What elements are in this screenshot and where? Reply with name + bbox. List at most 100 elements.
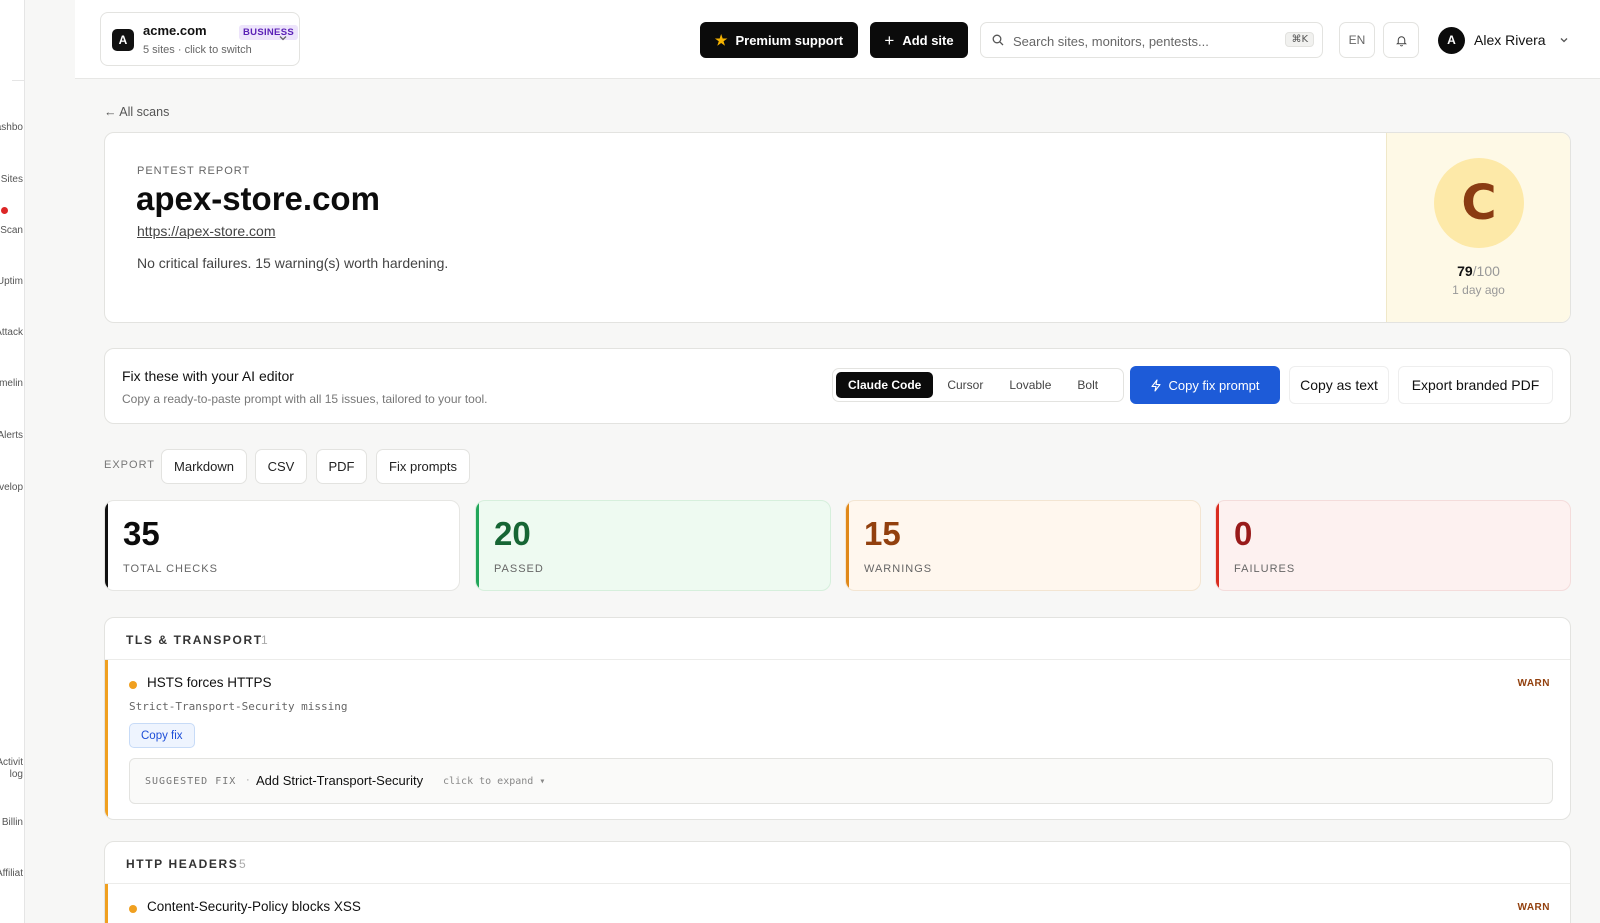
- issue-row: HSTS forces HTTPS WARN Strict-Transport-…: [105, 660, 1570, 819]
- copy-fix-button[interactable]: Copy fix: [129, 723, 195, 748]
- section-count: 5: [239, 857, 246, 871]
- tab-bolt[interactable]: Bolt: [1065, 372, 1110, 398]
- copy-fix-prompt-label: Copy fix prompt: [1168, 377, 1260, 393]
- suggested-fix-toggle[interactable]: SUGGESTED FIX · Add Strict-Transport-Sec…: [129, 758, 1553, 804]
- topbar: A acme.com BUSINESS 5 sites · click to s…: [75, 0, 1600, 79]
- sidebar-item-sites[interactable]: Sites: [1, 174, 23, 185]
- stat-label: FAILURES: [1234, 563, 1296, 575]
- ai-fix-card: Fix these with your AI editor Copy a rea…: [104, 348, 1571, 424]
- stat-value: 20: [494, 515, 531, 552]
- lightning-icon: [1151, 378, 1162, 392]
- section-title: HTTP HEADERS: [126, 857, 239, 871]
- add-site-button[interactable]: + Add site: [870, 22, 968, 58]
- tool-tabs: Claude Code Cursor Lovable Bolt: [832, 368, 1124, 402]
- sidebar-item-attack[interactable]: Attack: [0, 327, 23, 338]
- premium-support-button[interactable]: ★ Premium support: [700, 22, 858, 58]
- stat-accent-bar: [105, 501, 108, 590]
- issue-row: Content-Security-Policy blocks XSS WARN: [105, 884, 1570, 923]
- report-eyebrow: PENTEST REPORT: [137, 165, 251, 177]
- site-url-link[interactable]: https://apex-store.com: [137, 223, 276, 239]
- search-shortcut: ⌘K: [1285, 32, 1314, 47]
- score-max: /100: [1472, 263, 1500, 279]
- tab-claude-code[interactable]: Claude Code: [836, 372, 934, 398]
- score-display: 79/100: [1387, 263, 1570, 279]
- stat-failures: 0 FAILURES: [1215, 500, 1571, 591]
- back-to-scans-link[interactable]: ← All scans: [104, 105, 169, 119]
- stat-warnings: 15 WARNINGS: [845, 500, 1201, 591]
- sidebar-item-dashboard[interactable]: ashbo: [0, 122, 23, 133]
- sidebar-item-affiliate[interactable]: Affiliat: [0, 868, 23, 879]
- user-menu[interactable]: A Alex Rivera: [1438, 26, 1569, 54]
- suggested-fix-title: Add Strict-Transport-Security: [256, 773, 424, 788]
- chevron-down-icon: [1560, 38, 1568, 43]
- sidebar-item-uptime[interactable]: Uptim: [0, 276, 23, 287]
- export-fix-prompts-button[interactable]: Fix prompts: [376, 449, 470, 484]
- arrow-left-icon: ←: [104, 105, 117, 119]
- add-site-label: Add site: [902, 32, 954, 48]
- issue-severity-bar: [105, 660, 108, 819]
- section-title: TLS & TRANSPORT: [126, 633, 263, 647]
- expand-hint: click to expand ▾: [443, 776, 546, 787]
- sidebar-item-timeline[interactable]: Timelin: [0, 378, 23, 389]
- stat-passed: 20 PASSED: [475, 500, 831, 591]
- avatar: A: [1438, 26, 1465, 54]
- export-csv-button[interactable]: CSV: [255, 449, 307, 484]
- sidebar-item-developer[interactable]: evelop: [0, 482, 23, 493]
- grade-panel: C 79/100 1 day ago: [1386, 133, 1570, 322]
- sidebar-item-billing[interactable]: Billin: [2, 817, 23, 828]
- sidebar-item-scan[interactable]: Scan: [0, 225, 23, 236]
- tab-lovable[interactable]: Lovable: [997, 372, 1063, 398]
- copy-fix-prompt-button[interactable]: Copy fix prompt: [1130, 366, 1280, 404]
- language-button[interactable]: EN: [1339, 22, 1375, 58]
- copy-as-text-button[interactable]: Copy as text: [1289, 366, 1389, 404]
- section-http-headers: HTTP HEADERS 5 Content-Security-Policy b…: [104, 841, 1571, 923]
- report-summary: No critical failures. 15 warning(s) wort…: [137, 255, 449, 271]
- plus-icon: +: [884, 30, 895, 50]
- stat-label: TOTAL CHECKS: [123, 563, 218, 575]
- star-icon: ★: [714, 31, 728, 48]
- stat-value: 0: [1234, 515, 1253, 552]
- warning-dot-icon: [129, 905, 137, 913]
- tab-cursor[interactable]: Cursor: [935, 372, 995, 398]
- status-badge: WARN: [1517, 902, 1550, 913]
- site-name: acme.com: [143, 23, 207, 38]
- search-icon: [992, 34, 1004, 46]
- site-logo: A: [112, 29, 134, 51]
- search-input[interactable]: [1013, 31, 1273, 51]
- page-title: apex-store.com: [136, 180, 380, 217]
- notifications-button[interactable]: [1383, 22, 1419, 58]
- section-header: HTTP HEADERS 5: [105, 842, 1570, 884]
- site-switch-hint: 5 sites · click to switch: [143, 44, 252, 56]
- sidebar-item-activity[interactable]: Activit: [0, 757, 23, 768]
- stat-label: WARNINGS: [864, 563, 933, 575]
- scan-time: 1 day ago: [1452, 283, 1505, 297]
- grade-badge: C: [1434, 158, 1524, 248]
- issue-title: HSTS forces HTTPS: [147, 675, 272, 690]
- bell-icon: [1395, 35, 1407, 46]
- plan-badge: BUSINESS: [239, 25, 298, 40]
- section-tls-transport: TLS & TRANSPORT 1 HSTS forces HTTPS WARN…: [104, 617, 1571, 820]
- stat-accent-bar: [846, 501, 849, 590]
- separator: ·: [246, 774, 250, 786]
- section-header: TLS & TRANSPORT 1: [105, 618, 1570, 660]
- site-switcher[interactable]: A acme.com BUSINESS 5 sites · click to s…: [100, 12, 300, 66]
- export-markdown-button[interactable]: Markdown: [161, 449, 247, 484]
- premium-support-label: Premium support: [735, 32, 844, 48]
- stat-value: 35: [123, 515, 160, 552]
- stat-accent-bar: [1216, 501, 1219, 590]
- scan-alert-dot: [1, 207, 8, 214]
- export-pdf-button[interactable]: PDF: [316, 449, 367, 484]
- sidebar-item-alerts[interactable]: Alerts: [0, 430, 23, 441]
- stat-value: 15: [864, 515, 901, 552]
- issue-detail: Strict-Transport-Security missing: [129, 700, 348, 713]
- stat-accent-bar: [476, 501, 479, 590]
- user-name: Alex Rivera: [1474, 32, 1546, 48]
- export-branded-pdf-button[interactable]: Export branded PDF: [1398, 366, 1553, 404]
- score-value: 79: [1457, 263, 1473, 279]
- stat-total-checks: 35 TOTAL CHECKS: [104, 500, 460, 591]
- ai-fix-title: Fix these with your AI editor: [122, 368, 294, 384]
- search-box: ⌘K: [980, 22, 1323, 58]
- sidebar: ashbo Sites Scan Uptim Attack Timelin Al…: [0, 0, 25, 923]
- section-count: 1: [261, 633, 268, 647]
- sidebar-item-activity-log[interactable]: log: [10, 769, 23, 780]
